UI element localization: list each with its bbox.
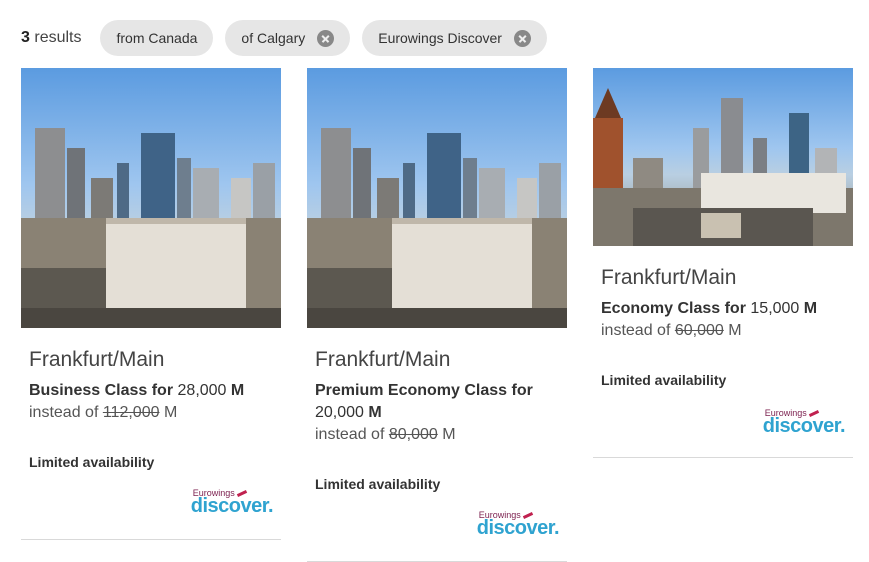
eurowings-discover-logo: Eurowings discover.	[762, 408, 846, 438]
filter-chip-label: Eurowings Discover	[378, 30, 502, 46]
instead-of-label: instead of	[315, 426, 385, 443]
availability-label: Limited availability	[601, 372, 727, 388]
remove-filter-icon[interactable]	[513, 29, 531, 47]
price-value: 28,000	[177, 382, 227, 399]
availability-label: Limited availability	[29, 454, 155, 470]
eurowings-discover-logo: Eurowings discover.	[476, 510, 560, 540]
offer-price: Premium Economy Class for 20,000 M	[315, 380, 565, 424]
results-label: results	[34, 29, 82, 46]
old-price-value: 60,000	[674, 322, 724, 339]
offer-card[interactable]: Frankfurt/Main Economy Class for 15,000 …	[593, 68, 853, 458]
original-price: instead of 112,000 M	[29, 402, 281, 424]
instead-of-label: instead of	[601, 322, 671, 339]
old-price-value: 80,000	[388, 426, 438, 443]
offer-card[interactable]: Frankfurt/Main Business Class for 28,000…	[21, 68, 281, 540]
cabin-class: Premium Economy Class for	[315, 382, 533, 399]
filter-chip-label: from Canada	[116, 30, 198, 46]
miles-icon: M	[803, 300, 818, 317]
old-price-value: 112,000	[102, 404, 160, 421]
instead-of-label: instead of	[29, 404, 99, 421]
miles-icon: M	[163, 404, 178, 421]
eurowings-discover-logo: Eurowings discover.	[190, 488, 274, 518]
card-divider	[593, 457, 853, 458]
results-count: 3 results	[21, 29, 81, 47]
card-title: Frankfurt/Main	[601, 266, 737, 289]
cabin-class: Business Class for	[29, 382, 174, 399]
card-title: Frankfurt/Main	[29, 348, 165, 371]
original-price: instead of 60,000 M	[601, 320, 853, 342]
cabin-class: Economy Class for	[601, 300, 746, 317]
offer-price: Business Class for 28,000 M	[29, 380, 281, 402]
miles-icon: M	[368, 404, 382, 421]
availability-label: Limited availability	[315, 476, 441, 492]
miles-icon: M	[728, 322, 742, 339]
filter-bar: 3 results from Canada of Calgary Eurowin…	[21, 20, 559, 56]
destination-photo	[307, 68, 567, 328]
card-title: Frankfurt/Main	[315, 348, 451, 371]
offer-card[interactable]: Frankfurt/Main Premium Economy Class for…	[307, 68, 567, 562]
logo-wordmark: discover.	[190, 495, 274, 517]
destination-photo	[593, 68, 853, 246]
filter-chip-from-canada[interactable]: from Canada	[100, 20, 214, 56]
miles-icon: M	[230, 382, 245, 399]
original-price: instead of 80,000 M	[315, 424, 567, 446]
remove-filter-icon[interactable]	[317, 29, 335, 47]
miles-icon: M	[442, 426, 456, 443]
filter-chip-label: of Calgary	[241, 30, 306, 46]
logo-wordmark: discover.	[476, 517, 560, 539]
card-divider	[21, 539, 281, 540]
logo-wordmark: discover.	[762, 415, 846, 437]
price-value: 15,000	[750, 300, 800, 317]
filter-chip-of-calgary[interactable]: of Calgary	[225, 20, 351, 56]
destination-photo	[21, 68, 281, 328]
offer-price: Economy Class for 15,000 M	[601, 298, 853, 320]
price-value: 20,000	[315, 404, 364, 421]
results-number: 3	[21, 29, 30, 46]
filter-chip-eurowings-discover[interactable]: Eurowings Discover	[362, 20, 547, 56]
